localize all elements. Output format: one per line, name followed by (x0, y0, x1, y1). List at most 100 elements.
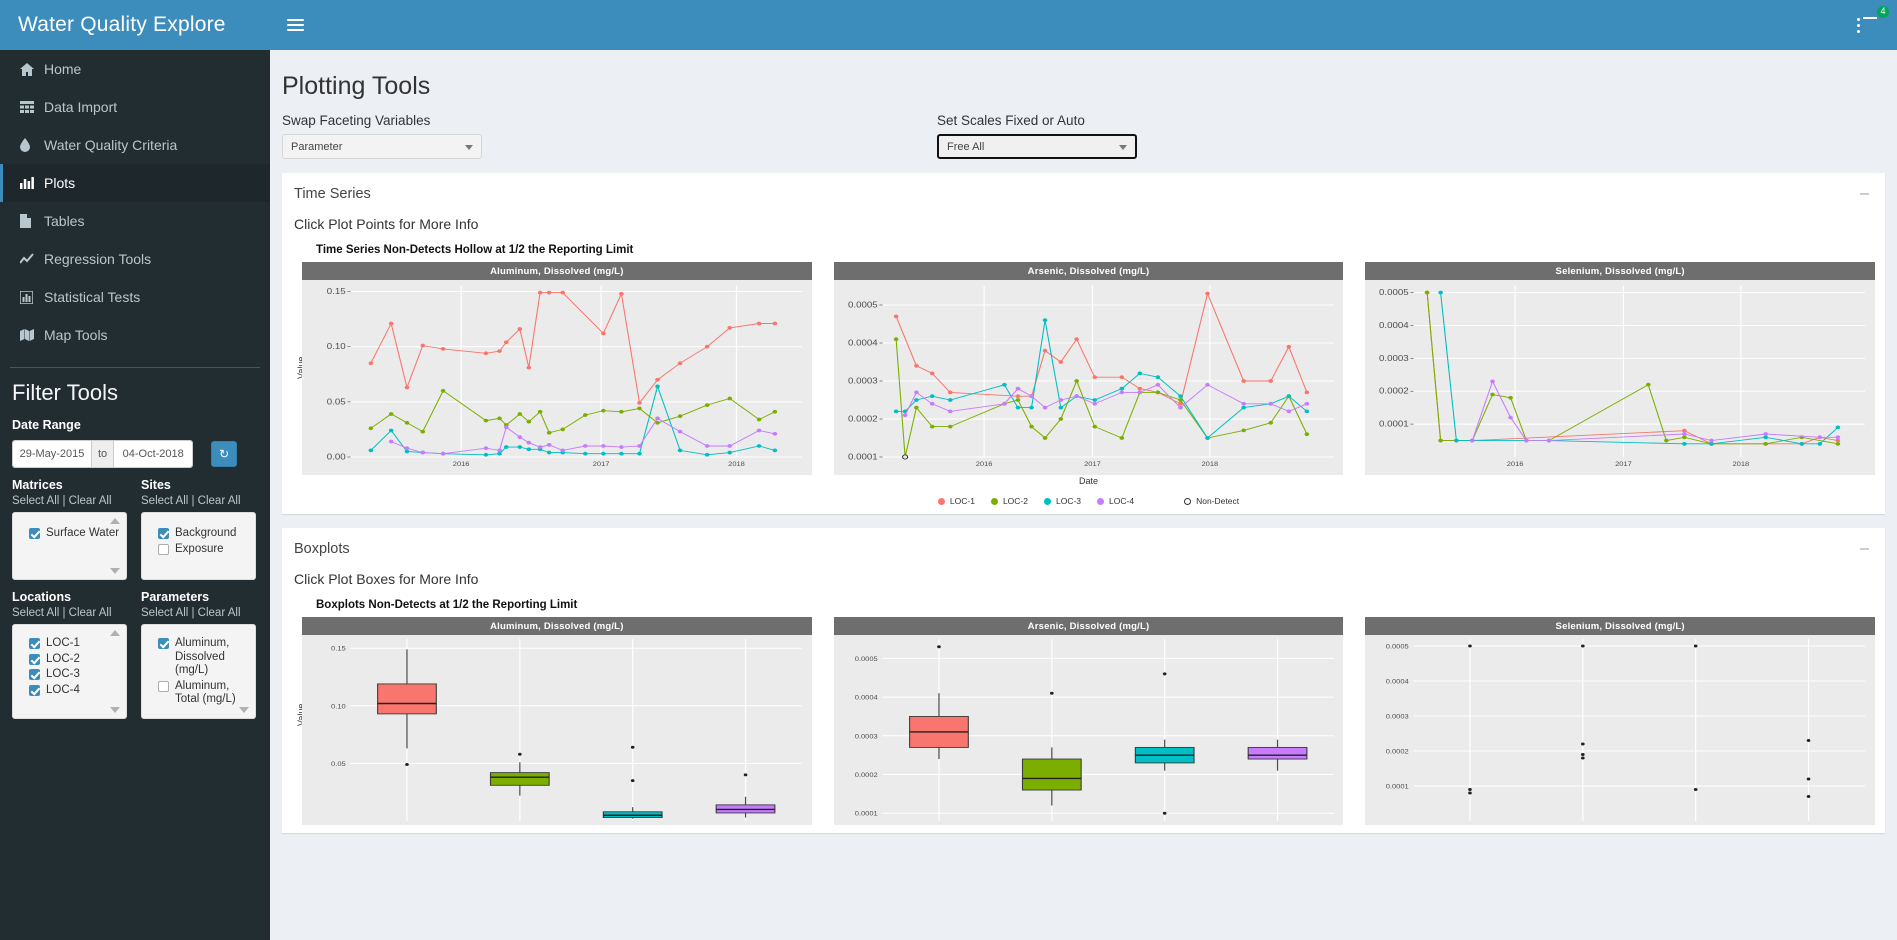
sidebar-toggle-button[interactable] (270, 0, 320, 50)
svg-text:0.0005: 0.0005 (1386, 644, 1409, 650)
boxplots-plot-area: Boxplots Non-Detects at 1/2 the Reportin… (282, 587, 1885, 833)
plot-panel[interactable]: 0.0001 0.0002 0.0003 0.0004 0.0005 (1365, 635, 1876, 825)
matrices-listbox[interactable]: Surface Water (12, 512, 127, 580)
boxplots-plot-title: Boxplots Non-Detects at 1/2 the Reportin… (316, 599, 578, 611)
date-start-input[interactable] (13, 441, 91, 467)
plot-panel[interactable]: 0.00 0.05 0.10 0.15 2016 2017 2018 (302, 280, 812, 475)
checkbox-item[interactable]: LOC-1 (29, 637, 126, 651)
facet-selenium-ts: Selenium, Dissolved (mg/L) 0.0001 0.0002 0… (1365, 262, 1876, 486)
sidebar-item-data-import[interactable]: Data Import (0, 88, 270, 126)
sidebar-label: Statistical Tests (44, 289, 141, 305)
sidebar-label: Plots (44, 175, 76, 191)
checkbox-item[interactable]: Aluminum, Dissolved (mg/L) (158, 637, 255, 678)
plot-panel[interactable]: 0.05 0.10 0.15 (302, 635, 812, 825)
facet-strip-label: Aluminum, Dissolved (mg/L) (302, 617, 812, 635)
legend-label: LOC-2 (1002, 496, 1028, 506)
svg-text:0.0004: 0.0004 (848, 338, 878, 347)
sidebar-label: Map Tools (44, 327, 108, 343)
locations-filter: Locations Select All | Clear All LOC-1 L… (12, 580, 127, 719)
facet-arsenic-box: Arsenic, Dissolved (mg/L) 0.0001 0.0002 0.… (833, 617, 1344, 825)
checkbox-aluminum-dissolved[interactable] (158, 638, 169, 649)
date-end-input[interactable] (114, 441, 193, 467)
sidebar-item-tables[interactable]: Tables (0, 202, 270, 240)
plot-panel[interactable]: 0.0001 0.0002 0.0003 0.0004 0.0005 (833, 635, 1344, 825)
legend-label: LOC-4 (1109, 496, 1135, 506)
checkbox-item[interactable]: LOC-3 (29, 668, 126, 682)
legend-label: LOC-3 (1056, 496, 1082, 506)
refresh-button[interactable]: ↻ (211, 441, 238, 467)
legend-item[interactable]: LOC-3 (1044, 496, 1081, 506)
svg-text:0.0003: 0.0003 (848, 376, 878, 385)
checkbox-item[interactable]: Surface Water (29, 527, 126, 541)
checkbox-aluminum-total[interactable] (158, 680, 169, 692)
sidebar-item-home[interactable]: Home (0, 50, 270, 88)
checkbox-label: LOC-3 (46, 668, 80, 680)
sidebar-item-water-quality-criteria[interactable]: Water Quality Criteria (0, 126, 270, 164)
scroll-down-arrow-icon[interactable] (110, 707, 120, 713)
checkbox-background[interactable] (158, 528, 169, 539)
checkbox-label: Aluminum, Total (mg/L) (175, 679, 236, 706)
legend-item[interactable]: LOC-1 (937, 496, 975, 506)
legend-item[interactable]: Non-Detect (1184, 496, 1239, 506)
checkbox-item[interactable]: Background (158, 527, 255, 541)
date-range-label: Date Range (12, 418, 81, 432)
checkbox-exposure[interactable] (158, 543, 169, 555)
checkbox-loc-3[interactable] (29, 669, 40, 680)
set-scales-select[interactable]: Free All (937, 134, 1137, 159)
map-icon (20, 329, 44, 341)
sidebar-item-regression-tools[interactable]: Regression Tools (0, 240, 270, 278)
locations-select-all[interactable]: Select All | Clear All (12, 607, 127, 619)
svg-text:0.0002: 0.0002 (854, 773, 877, 779)
checkbox-item[interactable]: Exposure (158, 543, 255, 557)
legend-color-swatch (937, 497, 945, 505)
sidebar-item-plots[interactable]: Plots (0, 164, 270, 202)
matrices-select-all[interactable]: Select All | Clear All (12, 495, 127, 507)
line-chart-icon (20, 253, 44, 265)
tasks-menu-button[interactable]: 4 (1837, 0, 1897, 50)
boxplots-collapse-button[interactable]: – (1860, 541, 1873, 557)
file-icon (20, 214, 44, 228)
boxplots-subtitle: Click Plot Boxes for More Info (294, 571, 479, 587)
facet-strip-label: Selenium, Dissolved (mg/L) (1365, 262, 1876, 280)
checkbox-loc-2[interactable] (29, 653, 40, 665)
set-scales-label: Set Scales Fixed or Auto (937, 113, 1085, 128)
set-scales-value: Free All (947, 140, 985, 153)
locations-listbox[interactable]: LOC-1 LOC-2 LOC-3 LOC-4 (12, 624, 127, 719)
checkbox-item[interactable]: LOC-4 (29, 684, 126, 698)
non-detect-ring-icon (1184, 497, 1192, 505)
parameters-select-all[interactable]: Select All | Clear All (141, 607, 256, 619)
parameters-listbox[interactable]: Aluminum, Dissolved (mg/L) Aluminum, Tot… (141, 624, 256, 719)
sidebar-item-statistical-tests[interactable]: Statistical Tests (0, 278, 270, 316)
boxplots-facets: Value Aluminum, Dissolved (mg/L) 0.050.1… (296, 617, 1876, 825)
sidebar-item-map-tools[interactable]: Map Tools (0, 316, 270, 354)
svg-text:2016: 2016 (1507, 462, 1524, 468)
legend-item[interactable]: LOC-4 (1097, 496, 1134, 506)
checkbox-label: LOC-2 (46, 652, 80, 665)
svg-text:0.0002: 0.0002 (848, 414, 878, 423)
scroll-up-arrow-icon[interactable] (110, 630, 120, 636)
sidebar-label: Tables (44, 213, 85, 229)
time-series-collapse-button[interactable]: – (1860, 186, 1873, 202)
svg-text:0.0002: 0.0002 (1379, 387, 1409, 396)
plot-panel[interactable]: 0.0001 0.0002 0.0003 0.0004 0.0005 2016 2017 20… (1365, 280, 1876, 475)
water-drop-icon (20, 138, 44, 152)
sidebar-label: Regression Tools (44, 251, 152, 267)
swap-faceting-select[interactable]: Parameter (282, 134, 482, 159)
date-range-input-group[interactable]: to (12, 440, 194, 468)
checkbox-item[interactable]: Aluminum, Total (mg/L) (158, 680, 255, 707)
plot-panel[interactable]: 0.0001 0.0002 0.0003 0.0004 0.0005 2016 2017 20… (833, 280, 1344, 475)
checkbox-surface-water[interactable] (29, 528, 40, 539)
scroll-up-arrow-icon[interactable] (110, 518, 120, 524)
facet-selenium-box: Selenium, Dissolved (mg/L) 0.0001 0.0002 0… (1365, 617, 1876, 825)
checkbox-loc-1[interactable] (29, 638, 40, 649)
sites-listbox[interactable]: Background Exposure (141, 512, 256, 580)
sites-select-all[interactable]: Select All | Clear All (141, 495, 256, 507)
scroll-down-arrow-icon[interactable] (239, 707, 249, 713)
checkbox-loc-4[interactable] (29, 684, 40, 696)
checkbox-item[interactable]: LOC-2 (29, 653, 126, 667)
svg-text:0.10: 0.10 (327, 342, 346, 351)
page-title: Plotting Tools (282, 72, 431, 100)
scroll-down-arrow-icon[interactable] (110, 568, 120, 574)
svg-text:2016: 2016 (975, 462, 992, 468)
legend-item[interactable]: LOC-2 (990, 496, 1028, 506)
